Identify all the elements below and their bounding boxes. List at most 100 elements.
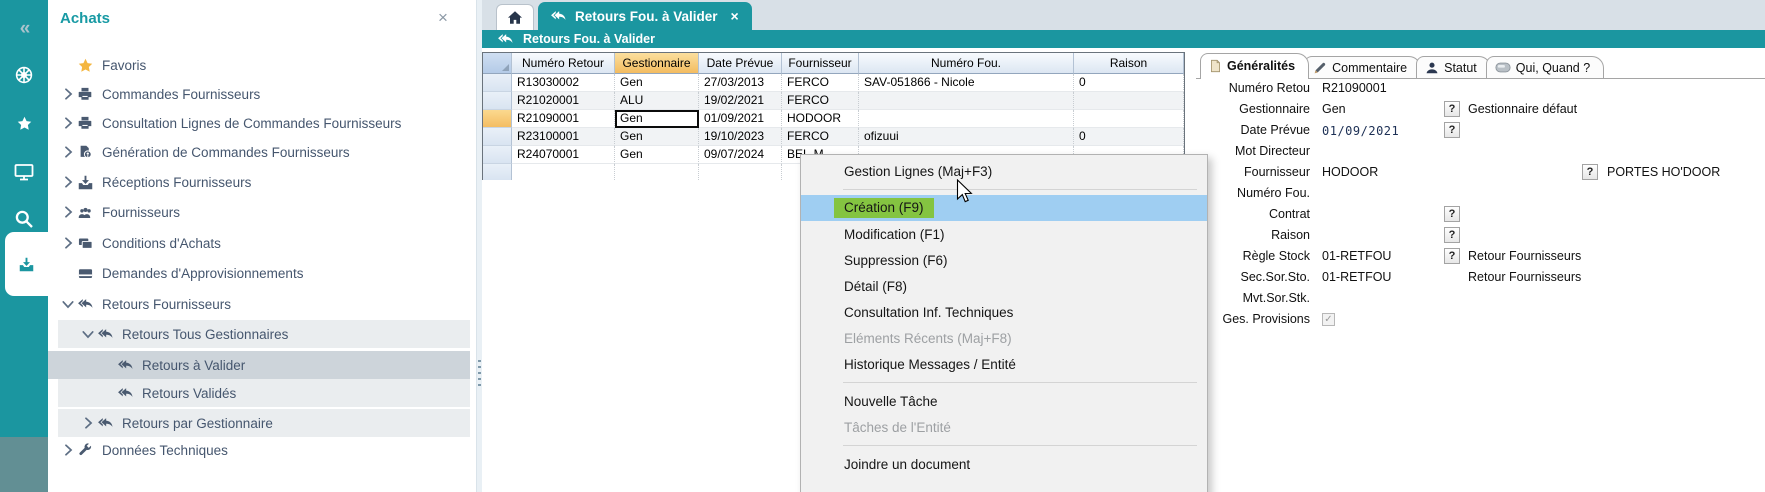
row-selector-cell[interactable] (483, 74, 512, 92)
receptions-tray-icon[interactable] (5, 232, 48, 296)
chevron-right-icon[interactable] (58, 146, 78, 158)
nav-item-retours-fournisseurs[interactable]: Retours Fournisseurs (48, 290, 476, 318)
collapse-sidebar-icon[interactable]: « (0, 12, 48, 46)
field-value[interactable]: R21090001 (1322, 81, 1387, 95)
grid-cell[interactable]: 19/10/2023 (699, 128, 782, 146)
grid-cell[interactable]: R13030002 (512, 74, 615, 92)
row-selector-cell[interactable] (483, 146, 512, 164)
grid-cell[interactable] (859, 110, 1074, 128)
favorites-star-icon[interactable] (0, 106, 48, 140)
chevron-right-icon[interactable] (58, 237, 78, 249)
nav-item-retours-valider[interactable]: Retours à Valider (48, 351, 476, 379)
select-all-corner-cell[interactable] (483, 53, 512, 74)
panel-tab-qui-quand-[interactable]: Qui, Quand ? (1486, 56, 1604, 78)
nav-item-retours-valid-s[interactable]: Retours Validés (48, 379, 476, 407)
panel-tab-g-n-ralit-s[interactable]: Généralités (1200, 53, 1309, 78)
field-value[interactable]: 01-RETFOU (1322, 270, 1391, 284)
table-row[interactable]: R13030002Gen27/03/2013FERCOSAV-051866 - … (483, 74, 1184, 92)
column-header-raison[interactable]: Raison (1074, 53, 1184, 74)
modules-wheel-icon[interactable] (0, 58, 48, 92)
nav-item-conditions-d-achats[interactable]: Conditions d'Achats (48, 229, 476, 257)
field-value[interactable]: 01/09/2021 (1322, 124, 1399, 138)
grid-cell[interactable]: 09/07/2024 (699, 146, 782, 164)
chevron-down-icon[interactable] (78, 330, 98, 339)
nav-item-consultation-lignes-de-commandes-fournisseurs[interactable]: Consultation Lignes de Commandes Fournis… (48, 109, 476, 137)
column-header-num-ro-retour[interactable]: Numéro Retour (512, 53, 615, 74)
help-button[interactable]: ? (1444, 206, 1460, 222)
menu-item-cr-ation-f9-[interactable]: Création (F9) (801, 195, 1207, 221)
chevron-right-icon[interactable] (58, 206, 78, 218)
grid-cell[interactable] (859, 92, 1074, 110)
help-button[interactable]: ? (1444, 122, 1460, 138)
table-row[interactable]: R23100001Gen19/10/2023FERCOofizuui0 (483, 128, 1184, 146)
menu-item-gestion-lignes-maj-f3-[interactable]: Gestion Lignes (Maj+F3) (801, 158, 1207, 184)
nav-item-retours-par-gestionnaire[interactable]: Retours par Gestionnaire (48, 409, 476, 437)
grid-cell[interactable]: 19/02/2021 (699, 92, 782, 110)
search-icon[interactable] (0, 202, 48, 236)
menu-item-historique-messages-entit-[interactable]: Historique Messages / Entité (801, 351, 1207, 377)
column-header-gestionnaire[interactable]: Gestionnaire (615, 53, 699, 74)
grid-cell[interactable] (1074, 92, 1184, 110)
grid-cell[interactable]: FERCO (782, 74, 859, 92)
tab-close-icon[interactable]: × (731, 8, 739, 24)
grid-cell[interactable]: 0 (1074, 128, 1184, 146)
desktop-icon[interactable] (0, 155, 48, 189)
grid-cell[interactable]: R21090001 (512, 110, 615, 128)
menu-item-d-tail-f8-[interactable]: Détail (F8) (801, 273, 1207, 299)
help-button[interactable]: ? (1582, 164, 1598, 180)
field-value[interactable]: HODOOR (1322, 165, 1378, 179)
chevron-right-icon[interactable] (58, 88, 78, 100)
table-row[interactable]: R21090001Gen01/09/2021HODOOR (483, 110, 1184, 128)
chevron-right-icon[interactable] (78, 417, 98, 429)
menu-item-modification-f1-[interactable]: Modification (F1) (801, 221, 1207, 247)
chevron-right-icon[interactable] (58, 117, 78, 129)
menu-item-consultation-inf-techniques[interactable]: Consultation Inf. Techniques (801, 299, 1207, 325)
nav-item-r-ceptions-fournisseurs[interactable]: Réceptions Fournisseurs (48, 168, 476, 196)
grid-cell[interactable]: R21020001 (512, 92, 615, 110)
grid-cell[interactable]: ofizuui (859, 128, 1074, 146)
field-value[interactable]: Gen (1322, 102, 1346, 116)
panel-tab-statut[interactable]: Statut (1416, 56, 1491, 78)
row-selector-cell[interactable] (483, 128, 512, 146)
home-tab[interactable] (496, 4, 534, 30)
grid-cell[interactable]: ALU (615, 92, 699, 110)
nav-item-fournisseurs[interactable]: Fournisseurs (48, 198, 476, 226)
grid-cell[interactable]: R24070001 (512, 146, 615, 164)
nav-item-demandes-d-approvisionnements[interactable]: Demandes d'Approvisionnements (48, 259, 476, 287)
help-button[interactable]: ? (1444, 227, 1460, 243)
grid-cell[interactable] (1074, 110, 1184, 128)
nav-item-commandes-fournisseurs[interactable]: Commandes Fournisseurs (48, 80, 476, 108)
field-value[interactable]: 01-RETFOU (1322, 249, 1391, 263)
grid-cell[interactable]: FERCO (782, 92, 859, 110)
tab-retours-fou-a-valider[interactable]: Retours Fou. à Valider × (538, 2, 752, 30)
grid-cell[interactable]: SAV-051866 - Nicole (859, 74, 1074, 92)
row-selector-cell[interactable] (483, 92, 512, 110)
menu-item-joindre-un-document[interactable]: Joindre un document (801, 451, 1207, 477)
grid-cell[interactable]: 01/09/2021 (699, 110, 782, 128)
nav-item-donn-es-techniques[interactable]: Données Techniques (48, 436, 476, 464)
table-row[interactable]: R21020001ALU19/02/2021FERCO (483, 92, 1184, 110)
grid-cell[interactable]: R23100001 (512, 128, 615, 146)
chevron-right-icon[interactable] (58, 176, 78, 188)
help-button[interactable]: ? (1444, 248, 1460, 264)
grid-cell[interactable]: Gen (615, 110, 699, 128)
nav-item-g-n-ration-de-commandes-fournisseurs[interactable]: Génération de Commandes Fournisseurs (48, 138, 476, 166)
grid-cell[interactable]: Gen (615, 74, 699, 92)
chevron-right-icon[interactable] (58, 444, 78, 456)
grid-cell[interactable]: 27/03/2013 (699, 74, 782, 92)
chevron-down-icon[interactable] (58, 300, 78, 309)
nav-item-retours-tous-gestionnaires[interactable]: Retours Tous Gestionnaires (48, 320, 476, 348)
grid-cell[interactable]: FERCO (782, 128, 859, 146)
nav-close-icon[interactable]: × (438, 8, 448, 28)
row-selector-cell[interactable] (483, 110, 512, 128)
menu-item-nouvelle-t-che[interactable]: Nouvelle Tâche (801, 388, 1207, 414)
help-button[interactable]: ? (1444, 101, 1460, 117)
menu-item-suppression-f6-[interactable]: Suppression (F6) (801, 247, 1207, 273)
grid-cell[interactable]: 0 (1074, 74, 1184, 92)
grid-cell[interactable]: HODOOR (782, 110, 859, 128)
grid-cell[interactable]: Gen (615, 128, 699, 146)
panel-tab-commentaire[interactable]: Commentaire (1304, 56, 1421, 78)
column-header-num-ro-fou-[interactable]: Numéro Fou. (859, 53, 1074, 74)
grid-cell[interactable]: Gen (615, 146, 699, 164)
column-header-fournisseur[interactable]: Fournisseur (782, 53, 859, 74)
